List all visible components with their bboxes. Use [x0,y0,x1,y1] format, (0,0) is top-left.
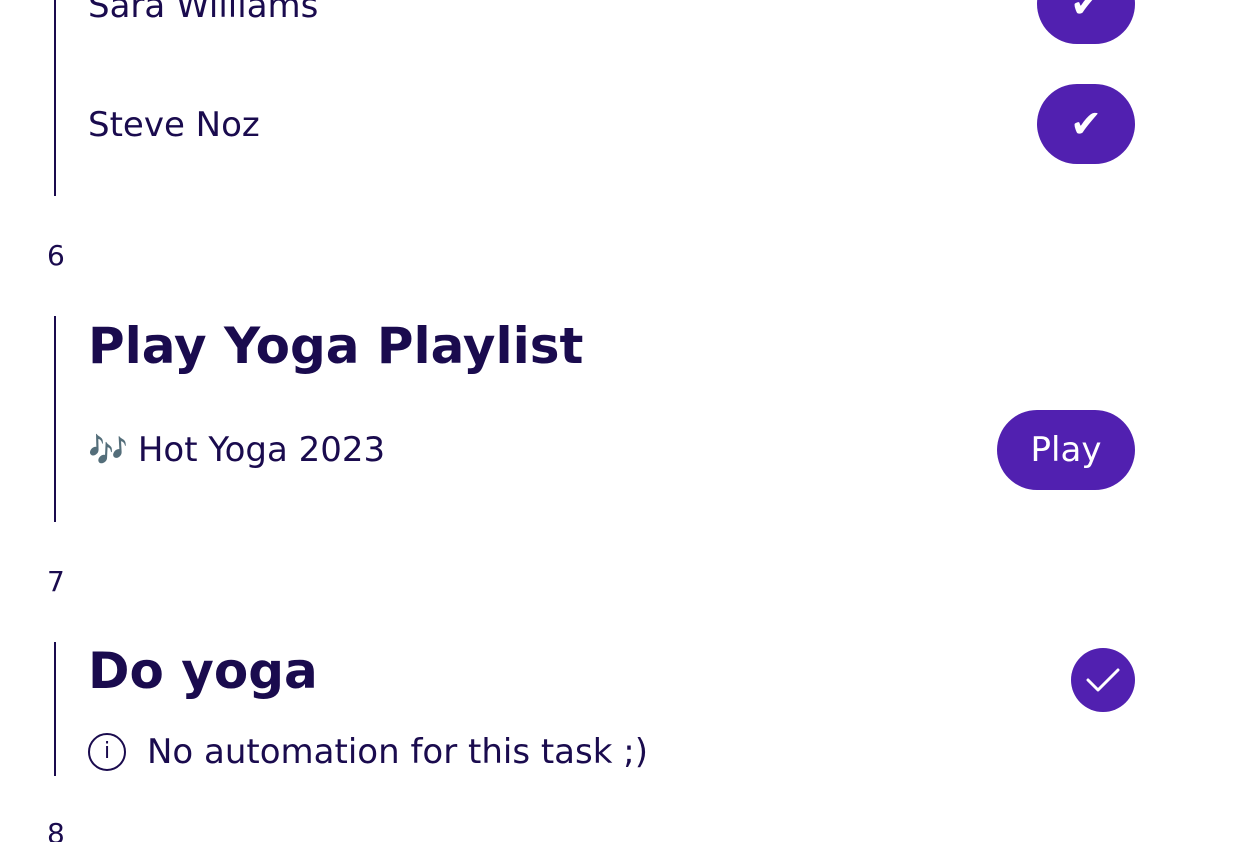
step-5-timeline-line [54,0,56,196]
music-notes-icon: 🎶 [88,431,128,469]
check-icon [1086,668,1120,692]
play-button-label: Play [1030,430,1102,470]
check-icon: ✔ [1070,102,1102,146]
play-button[interactable]: Play [997,410,1135,490]
info-icon: i [88,733,126,771]
task-title-do-yoga: Do yoga [88,642,318,700]
step-number-8: 8 [47,817,65,842]
mark-complete-button[interactable] [1071,648,1135,712]
playlist-row: 🎶 Hot Yoga 2023 [88,430,385,470]
step-number-6: 6 [47,239,65,272]
contact-name-steve: Steve Noz [88,105,260,145]
playlist-name: Hot Yoga 2023 [137,430,386,470]
task-title-play-yoga-playlist: Play Yoga Playlist [88,317,584,375]
check-icon: ✔ [1070,0,1102,26]
confirm-steve-button[interactable]: ✔ [1037,84,1135,164]
step-number-7: 7 [47,565,65,598]
step-7-timeline-line [54,642,56,776]
info-text: No automation for this task ;) [147,732,648,772]
confirm-sara-button[interactable]: ✔ [1037,0,1135,44]
step-6-timeline-line [54,316,56,522]
contact-name-sara: Sara Williams [88,0,319,26]
